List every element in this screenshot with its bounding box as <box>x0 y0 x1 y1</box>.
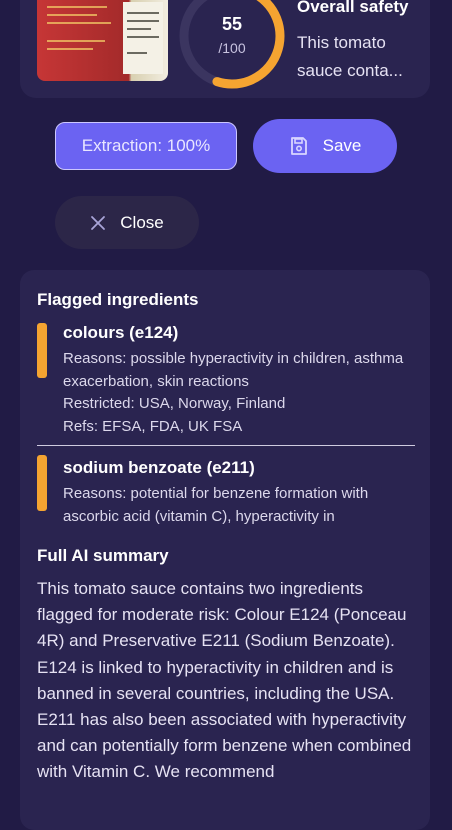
ingredient-name: sodium benzoate (e211) <box>63 458 255 477</box>
warning-marker <box>37 455 47 511</box>
extraction-button[interactable]: Extraction: 100% <box>55 122 237 170</box>
overall-safety-title: Overall safety <box>297 0 409 16</box>
full-summary-title: Full AI summary <box>37 546 169 565</box>
flagged-ingredients-title: Flagged ingredients <box>37 290 199 309</box>
save-label: Save <box>322 136 362 155</box>
ingredient-restricted: Restricted: USA, Norway, Finland <box>63 395 286 412</box>
save-button[interactable]: Save <box>253 119 397 173</box>
close-label: Close <box>120 212 164 232</box>
flagged-ingredient-item: sodium benzoate (e211) Reasons: potentia… <box>37 453 415 528</box>
safety-score-max: /100 <box>218 40 246 56</box>
ingredient-name: colours (e124) <box>63 323 179 342</box>
close-button[interactable]: Close <box>55 196 199 249</box>
extraction-label: Extraction: 100% <box>81 136 211 155</box>
safety-score-value: 55 <box>221 14 243 34</box>
summary-preview: This tomato sauce conta... <box>297 33 403 80</box>
ingredient-reasons: Reasons: possible hyperactivity in child… <box>63 350 404 390</box>
flagged-ingredient-item: colours (e124) Reasons: possible hyperac… <box>37 318 415 438</box>
close-icon <box>91 215 106 230</box>
ingredient-reasons: Reasons: potential for benzene formation… <box>63 485 369 525</box>
divider <box>37 445 415 446</box>
full-summary-text: This tomato sauce contains two ingredien… <box>37 579 412 782</box>
save-icon <box>290 137 307 155</box>
product-photo[interactable] <box>37 0 168 81</box>
flagged-ingredients-list[interactable]: colours (e124) Reasons: possible hyperac… <box>37 318 415 528</box>
ingredient-refs: Refs: EFSA, FDA, UK FSA <box>63 417 243 435</box>
warning-marker <box>37 323 47 378</box>
